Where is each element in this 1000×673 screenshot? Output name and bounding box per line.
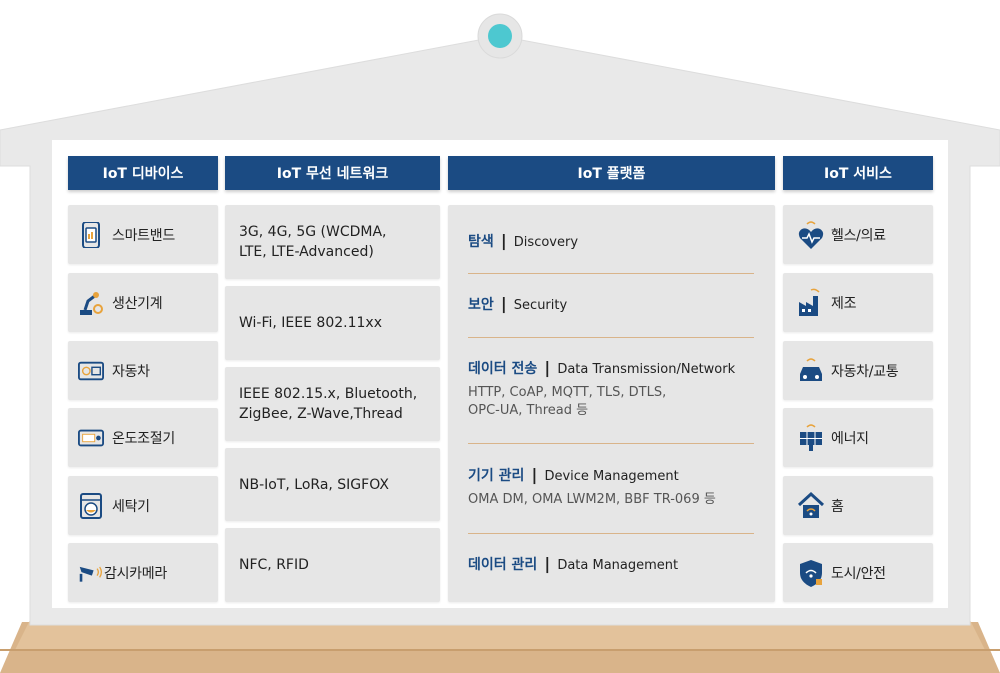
service-label: 자동차/교통 <box>831 363 899 380</box>
platform-title: 데이터 관리 <box>468 557 538 573</box>
service-card-home: 홈 <box>783 476 933 535</box>
factory-icon <box>797 288 825 318</box>
device-card-thermostat: 온도조절기 <box>68 408 218 467</box>
solar-panel-icon <box>797 423 825 453</box>
network-header: IoT 무선 네트워크 <box>225 156 440 190</box>
device-card-car: 자동차 <box>68 341 218 400</box>
platform-desc-line: OPC-UA, Thread 등 <box>468 403 589 418</box>
platform-item-data-management: 데이터 관리 | Data Management <box>468 554 753 574</box>
platform-title: 탐색 <box>468 234 494 250</box>
network-line: NFC, RFID <box>239 557 309 573</box>
platform-subtitle: Device Management <box>544 469 679 484</box>
platform-divider <box>468 443 754 444</box>
service-card-energy: 에너지 <box>783 408 933 467</box>
platform-title: 데이터 전송 <box>468 361 538 377</box>
smart-home-icon <box>797 491 825 521</box>
platform-subtitle: Security <box>513 298 568 313</box>
device-label: 자동차 <box>112 363 150 380</box>
smart-band-icon <box>78 221 104 248</box>
service-label: 제조 <box>831 295 857 312</box>
service-label: 도시/안전 <box>831 565 886 582</box>
service-card-city-safety: 도시/안전 <box>783 543 933 602</box>
platform-subtitle: Data Transmission/Network <box>557 362 736 377</box>
device-card-smartband: 스마트밴드 <box>68 205 218 264</box>
network-card-wifi: Wi-Fi, IEEE 802.11xx <box>225 286 440 360</box>
platform-divider <box>468 273 754 274</box>
cctv-icon <box>78 560 104 586</box>
network-card-nfc: NFC, RFID <box>225 528 440 602</box>
platform-item-device-management: 기기 관리 | Device Management OMA DM, OMA LW… <box>468 465 753 509</box>
platform-separator: | <box>500 231 507 250</box>
network-line: 3G, 4G, 5G (WCDMA, <box>239 224 387 240</box>
platform-divider <box>468 337 754 338</box>
platform-item-transmission: 데이터 전송 | Data Transmission/Network HTTP,… <box>468 358 753 420</box>
device-label: 감시카메라 <box>104 565 167 582</box>
platform-item-discovery: 탐색 | Discovery <box>468 231 753 251</box>
platform-separator: | <box>500 294 507 313</box>
car-dashboard-icon <box>78 358 104 384</box>
network-card-lpwan: NB-IoT, LoRa, SIGFOX <box>225 448 440 521</box>
device-card-machine: 생산기계 <box>68 273 218 332</box>
device-label: 스마트밴드 <box>112 227 175 244</box>
platform-separator: | <box>531 465 538 484</box>
platform-title: 보안 <box>468 297 494 313</box>
service-card-transport: 자동차/교통 <box>783 341 933 400</box>
washing-machine-icon <box>78 492 104 519</box>
heart-health-icon <box>797 220 825 250</box>
service-label: 홈 <box>831 498 844 515</box>
device-card-cctv: 감시카메라 <box>68 543 218 602</box>
thermostat-icon <box>78 425 104 451</box>
platform-divider <box>468 533 754 534</box>
platform-title: 기기 관리 <box>468 468 525 484</box>
platform-subtitle: Data Management <box>557 558 679 573</box>
network-line: ZigBee, Z-Wave,Thread <box>239 406 403 422</box>
network-line: NB-IoT, LoRa, SIGFOX <box>239 476 389 493</box>
devices-header: IoT 디바이스 <box>68 156 218 190</box>
network-line: LTE, LTE-Advanced) <box>239 244 374 260</box>
service-label: 헬스/의료 <box>831 227 886 244</box>
network-card-802154: IEEE 802.15.x, Bluetooth, ZigBee, Z-Wave,… <box>225 367 440 441</box>
service-card-health: 헬스/의료 <box>783 205 933 264</box>
platform-description: HTTP, CoAP, MQTT, TLS, DTLS, OPC-UA, Thr… <box>468 384 753 420</box>
platform-desc-line: HTTP, CoAP, MQTT, TLS, DTLS, <box>468 385 667 400</box>
platform-header: IoT 플랫폼 <box>448 156 775 190</box>
device-card-washer: 세탁기 <box>68 476 218 535</box>
platform-description: OMA DM, OMA LWM2M, BBF TR-069 등 <box>468 491 753 509</box>
service-label: 에너지 <box>831 430 869 447</box>
services-header: IoT 서비스 <box>783 156 933 190</box>
robot-arm-icon <box>78 290 104 316</box>
platform-item-security: 보안 | Security <box>468 294 753 314</box>
device-label: 세탁기 <box>112 498 150 515</box>
service-card-manufacturing: 제조 <box>783 273 933 332</box>
connected-car-icon <box>797 356 825 386</box>
roof-knob <box>488 24 512 48</box>
platform-separator: | <box>544 554 551 573</box>
network-line: Wi-Fi, IEEE 802.11xx <box>239 315 382 331</box>
security-shield-icon <box>797 558 825 588</box>
platform-desc-line: OMA DM, OMA LWM2M, BBF TR-069 등 <box>468 492 716 507</box>
device-label: 생산기계 <box>112 295 163 312</box>
network-card-cellular: 3G, 4G, 5G (WCDMA, LTE, LTE-Advanced) <box>225 205 440 279</box>
platform-subtitle: Discovery <box>513 235 579 250</box>
device-label: 온도조절기 <box>112 430 175 447</box>
network-line: IEEE 802.15.x, Bluetooth, <box>239 386 418 402</box>
platform-separator: | <box>544 358 551 377</box>
